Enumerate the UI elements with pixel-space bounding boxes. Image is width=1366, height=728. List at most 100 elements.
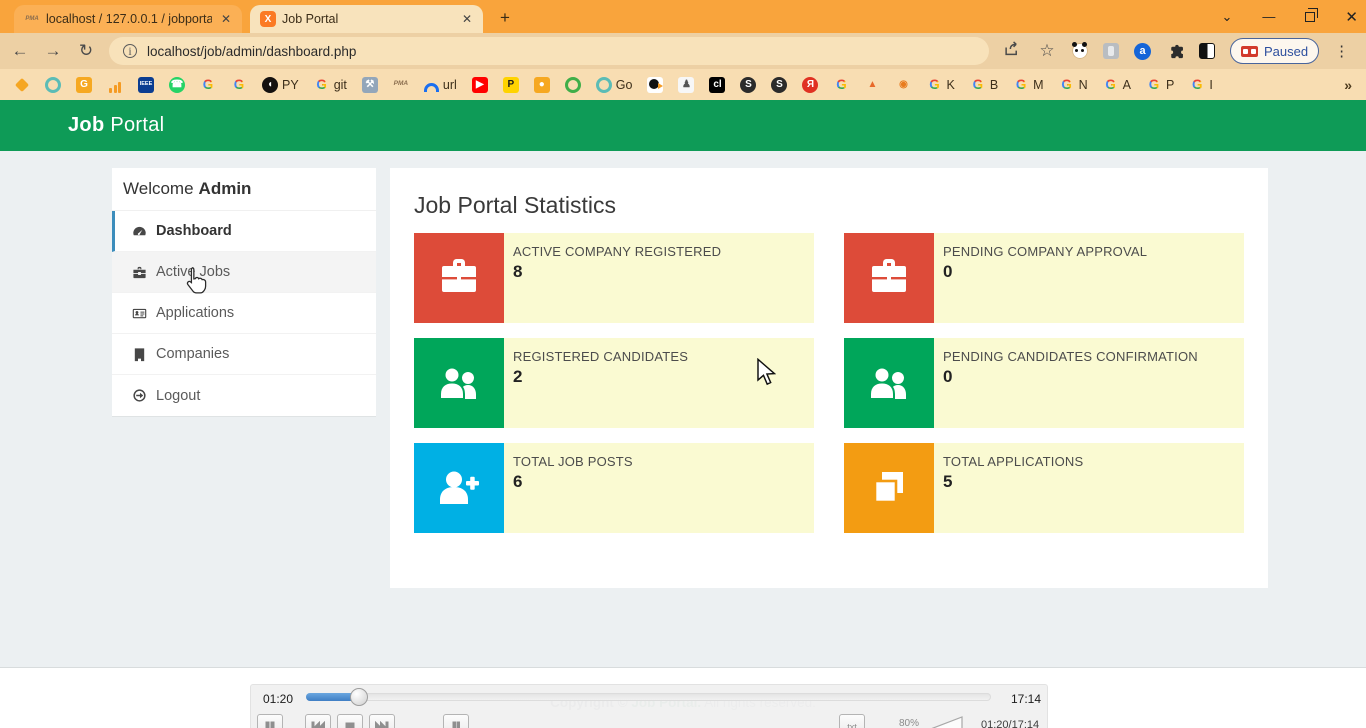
bookmark-label: M xyxy=(1033,78,1043,92)
reader-mode-icon[interactable] xyxy=(1199,43,1215,59)
bookmark-yandex-icon[interactable]: Я xyxy=(802,77,818,93)
bookmark-label: P xyxy=(1166,78,1174,92)
welcome-heading: WelcomeAdmin xyxy=(112,168,376,211)
bookmark-matlab-icon[interactable]: ▲ xyxy=(864,77,880,93)
app-header: Job Portal xyxy=(0,100,1366,151)
bookmark-label: A xyxy=(1123,78,1131,92)
share-icon[interactable] xyxy=(1002,40,1022,62)
a-extension-icon[interactable]: a xyxy=(1134,43,1151,60)
stat-label: TOTAL JOB POSTS xyxy=(513,454,633,469)
bookmark-label: git xyxy=(334,78,347,92)
sidebar-item-dashboard[interactable]: Dashboard xyxy=(112,211,376,252)
bookmark-globe-dark-icon[interactable]: S xyxy=(771,77,787,93)
bookmark-google-a-icon[interactable]: GA xyxy=(1103,77,1131,93)
sidebar-item-companies[interactable]: Companies xyxy=(112,334,376,375)
bookmark-google-n-icon[interactable]: GN xyxy=(1059,77,1088,93)
new-tab-button[interactable]: + xyxy=(500,8,510,28)
stat-value: 6 xyxy=(513,472,633,492)
bookmark-godaddy-go-icon[interactable]: Go xyxy=(596,77,633,93)
bookmark-star-icon[interactable]: ☆ xyxy=(1037,41,1057,61)
pause-button[interactable] xyxy=(257,714,283,728)
bookmark-google-i-icon[interactable]: GI xyxy=(1189,77,1212,93)
id-card-icon xyxy=(131,305,147,321)
player-progress-handle[interactable] xyxy=(350,688,368,706)
next-button[interactable] xyxy=(369,714,395,728)
users-icon xyxy=(414,338,504,428)
tab-close-icon[interactable]: ✕ xyxy=(218,12,234,26)
bookmark-green-ring-icon[interactable] xyxy=(565,77,581,93)
tab-search-chevron-icon[interactable]: ⌄ xyxy=(1222,9,1233,25)
bookmark-diamond-icon[interactable] xyxy=(14,77,30,93)
back-button[interactable]: ← xyxy=(10,41,30,61)
restore-button[interactable] xyxy=(1305,12,1315,22)
url-text[interactable]: localhost/job/admin/dashboard.php xyxy=(147,44,356,59)
browser-window: PMA localhost / 127.0.0.1 / jobportal / … xyxy=(0,0,1366,728)
reload-button[interactable]: ↻ xyxy=(76,41,96,61)
paused-extension-badge[interactable]: Paused xyxy=(1230,38,1319,64)
user-plus-icon xyxy=(414,443,504,533)
page-content: WelcomeAdmin Dashboard Active Jobs Appli… xyxy=(0,151,1366,668)
sidebar: WelcomeAdmin Dashboard Active Jobs Appli… xyxy=(112,168,376,417)
bookmark-analytics-icon[interactable] xyxy=(107,77,123,93)
bookmark-tool-icon[interactable]: ⚒ xyxy=(362,77,378,93)
bookmark-search-console-icon[interactable]: G xyxy=(76,77,92,93)
stat-label: TOTAL APPLICATIONS xyxy=(943,454,1083,469)
browser-tab-phpmyadmin[interactable]: PMA localhost / 127.0.0.1 / jobportal / … xyxy=(14,5,242,33)
logout-icon xyxy=(131,388,147,404)
sidebar-item-applications[interactable]: Applications xyxy=(112,293,376,334)
bookmark-figure-icon[interactable]: ♟ xyxy=(678,77,694,93)
gray-extension-icon[interactable] xyxy=(1103,43,1119,59)
bookmarks-overflow-icon[interactable]: » xyxy=(1344,77,1352,93)
detach-button[interactable] xyxy=(443,714,469,728)
bookmark-eye-icon[interactable]: ◉ xyxy=(895,77,911,93)
bookmark-google-icon[interactable]: G xyxy=(833,77,849,93)
bookmark-github-icon[interactable]: ◖PY xyxy=(262,77,299,93)
bookmark-google-icon[interactable]: G xyxy=(231,77,247,93)
bookmark-google-b-icon[interactable]: GB xyxy=(970,77,998,93)
volume-wedge-icon[interactable] xyxy=(927,716,963,728)
browser-tab-job-portal[interactable]: X Job Portal ✕ xyxy=(250,5,483,33)
stat-label: PENDING COMPANY APPROVAL xyxy=(943,244,1147,259)
player-time-display: 01:20/17:14 xyxy=(981,719,1039,728)
tab-close-icon[interactable]: ✕ xyxy=(459,12,475,26)
bookmark-duckduckgo-icon[interactable] xyxy=(647,77,663,93)
browser-titlebar: PMA localhost / 127.0.0.1 / jobportal / … xyxy=(0,0,1366,33)
bookmark-label: PY xyxy=(282,78,299,92)
bookmark-whatsapp-icon[interactable]: ☎ xyxy=(169,77,185,93)
site-info-icon[interactable]: i xyxy=(123,44,137,58)
panda-extension-icon[interactable] xyxy=(1072,43,1088,59)
address-bar[interactable]: i localhost/job/admin/dashboard.php xyxy=(109,37,989,65)
forward-button[interactable]: → xyxy=(43,41,63,61)
bookmark-screen-recorder-icon[interactable]: ● xyxy=(534,77,550,93)
bookmark-cl-black-icon[interactable]: cl xyxy=(709,77,725,93)
bookmark-label: N xyxy=(1079,78,1088,92)
sidebar-item-active-jobs[interactable]: Active Jobs xyxy=(112,252,376,293)
bookmark-godaddy-icon[interactable] xyxy=(45,77,61,93)
bookmark-phpmyadmin-icon[interactable]: PMA xyxy=(393,77,409,93)
browser-menu-kebab-icon[interactable]: ⋮ xyxy=(1334,42,1349,60)
bookmark-ieee-icon[interactable]: IEEE xyxy=(138,77,154,93)
paused-badge-icon xyxy=(1241,46,1258,57)
bookmark-google-icon[interactable]: G xyxy=(200,77,216,93)
bookmark-google-k-icon[interactable]: GK xyxy=(926,77,954,93)
stop-button[interactable] xyxy=(337,714,363,728)
bookmark-google-m-icon[interactable]: GM xyxy=(1013,77,1043,93)
browser-toolbar: ← → ↻ i localhost/job/admin/dashboard.ph… xyxy=(0,33,1366,69)
stat-card-active-company: ACTIVE COMPANY REGISTERED 8 xyxy=(414,233,814,323)
previous-button[interactable] xyxy=(305,714,331,728)
minimize-button[interactable]: — xyxy=(1262,9,1275,24)
sidebar-item-logout[interactable]: Logout xyxy=(112,375,376,416)
bookmark-youtube-icon[interactable]: ▶ xyxy=(472,77,488,93)
bookmark-label: K xyxy=(946,78,954,92)
bookmark-globe-dark-icon[interactable]: S xyxy=(740,77,756,93)
bookmark-label: B xyxy=(990,78,998,92)
subtitle-button[interactable]: txt xyxy=(839,714,865,728)
player-progress-bar[interactable] xyxy=(306,693,991,701)
extensions-puzzle-icon[interactable] xyxy=(1166,42,1184,60)
bookmark-google-p-icon[interactable]: GP xyxy=(1146,77,1174,93)
bookmark-google-git-icon[interactable]: Ggit xyxy=(314,77,347,93)
phpmyadmin-icon: PMA xyxy=(24,11,40,27)
bookmark-speedtest-icon[interactable]: url xyxy=(424,78,457,92)
close-window-button[interactable]: ✕ xyxy=(1345,8,1358,26)
bookmark-p-yellow-icon[interactable]: P xyxy=(503,77,519,93)
